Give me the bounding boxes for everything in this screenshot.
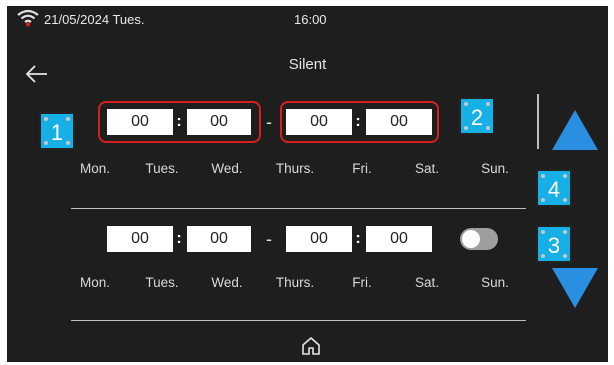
marker-3-label: 3 <box>547 233 561 258</box>
schedule-1-day-wed[interactable]: Wed. <box>197 161 257 176</box>
schedule-1-day-sat[interactable]: Sat. <box>397 161 457 176</box>
schedule-2-day-thu[interactable]: Thurs. <box>265 275 325 290</box>
schedule-1-start-hour[interactable]: 00 <box>107 109 173 135</box>
schedule-1-end-hour[interactable]: 00 <box>286 109 352 135</box>
schedule-2-day-sat[interactable]: Sat. <box>397 275 457 290</box>
status-time: 16:00 <box>294 12 327 27</box>
schedule-1-range-dash: - <box>266 112 272 132</box>
divider-1 <box>71 208 526 209</box>
schedule-1-day-fri[interactable]: Fri. <box>332 161 392 176</box>
schedule-1-end-colon: : <box>355 113 361 130</box>
scrollbar-track <box>537 94 539 149</box>
marker-1: 1 <box>39 112 75 150</box>
schedule-2-day-wed[interactable]: Wed. <box>197 275 257 290</box>
schedule-2-range-dash: - <box>266 229 272 249</box>
marker-4-label: 4 <box>547 177 561 202</box>
schedule-2-start-hour[interactable]: 00 <box>107 226 173 252</box>
schedule-2-day-sun[interactable]: Sun. <box>465 275 525 290</box>
schedule-1-end-minute[interactable]: 00 <box>366 109 432 135</box>
schedule-2-start-minute[interactable]: 00 <box>187 226 251 252</box>
schedule-2-end-hour[interactable]: 00 <box>286 226 352 252</box>
schedule-2-toggle[interactable] <box>460 228 498 250</box>
schedule-1-day-sun[interactable]: Sun. <box>465 161 525 176</box>
schedule-2-end-colon: : <box>355 230 361 247</box>
schedule-1-day-mon[interactable]: Mon. <box>65 161 125 176</box>
home-icon[interactable] <box>301 336 321 356</box>
schedule-2-day-tue[interactable]: Tues. <box>132 275 192 290</box>
schedule-2-start-colon: : <box>176 230 182 247</box>
schedule-2-end-minute[interactable]: 00 <box>366 226 432 252</box>
toggle-knob <box>462 230 480 248</box>
triangle-up-icon[interactable] <box>550 108 600 152</box>
wifi-icon <box>17 9 39 27</box>
marker-2-label: 2 <box>470 105 484 130</box>
schedule-1-start-minute[interactable]: 00 <box>187 109 251 135</box>
page-title: Silent <box>288 56 327 73</box>
device-screen: 21/05/2024 Tues. 16:00 Silent 1 00 : 00 … <box>7 6 608 362</box>
schedule-1-start-colon: : <box>176 113 182 130</box>
divider-2 <box>71 320 526 321</box>
schedule-2-day-mon[interactable]: Mon. <box>65 275 125 290</box>
marker-1-label: 1 <box>50 120 64 145</box>
marker-2: 2 <box>459 97 495 135</box>
triangle-down-icon[interactable] <box>550 266 600 310</box>
marker-3: 3 <box>536 225 572 263</box>
schedule-1-day-thu[interactable]: Thurs. <box>265 161 325 176</box>
schedule-1-day-tue[interactable]: Tues. <box>132 161 192 176</box>
status-date: 21/05/2024 Tues. <box>44 12 145 27</box>
marker-4: 4 <box>536 169 572 207</box>
schedule-2-day-fri[interactable]: Fri. <box>332 275 392 290</box>
